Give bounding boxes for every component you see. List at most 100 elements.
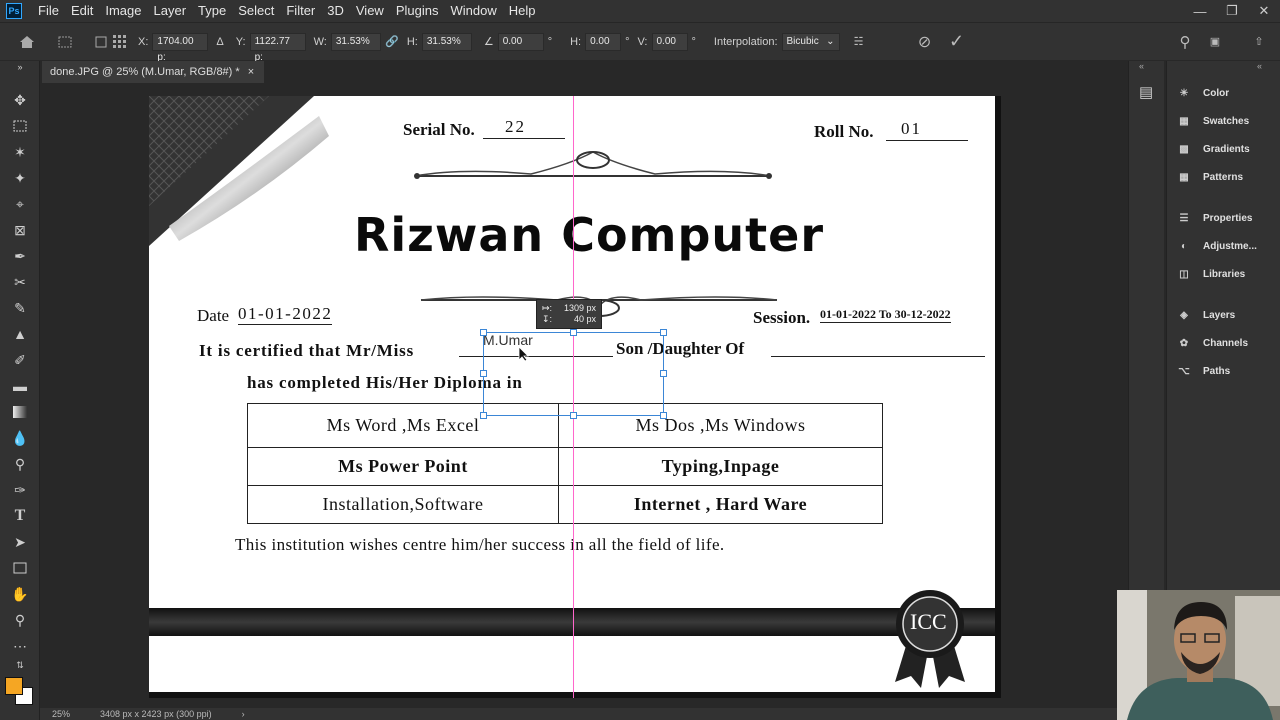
corner-decoration-graphic <box>149 96 329 246</box>
history-brush-icon[interactable]: ✐ <box>8 349 32 371</box>
crop-tool-icon[interactable]: ⌖ <box>8 193 32 215</box>
date-label: Date <box>197 306 230 325</box>
v-skew-field[interactable]: 0.00 <box>651 32 688 51</box>
eyedropper-icon[interactable]: ✒ <box>8 245 32 267</box>
menu-plugins[interactable]: Plugins <box>390 0 445 22</box>
magic-wand-icon[interactable]: ✦ <box>8 167 32 189</box>
expand-panels-icon[interactable]: « <box>1257 61 1262 71</box>
transform-handle[interactable] <box>480 329 487 336</box>
panel-gradients[interactable]: ▩ Gradients <box>1175 138 1249 160</box>
pen-tool-icon[interactable]: ✑ <box>8 479 32 501</box>
transform-handle[interactable] <box>660 412 667 419</box>
x-label: X: <box>138 35 149 48</box>
brush-tool-icon[interactable]: ✎ <box>8 297 32 319</box>
rotate-angle-icon: ∠ <box>483 36 494 48</box>
panel-layers[interactable]: ◈ Layers <box>1175 304 1235 326</box>
menu-3d[interactable]: 3D <box>321 0 350 22</box>
v-skew-unit: ° <box>691 35 696 48</box>
top-ornament-graphic <box>414 151 772 179</box>
status-more-arrow[interactable]: › <box>242 709 245 719</box>
more-tools-icon[interactable]: ⋯ <box>8 635 32 657</box>
cancel-transform-icon[interactable]: ⊘ <box>912 29 938 55</box>
minimize-icon[interactable]: — <box>1184 0 1216 22</box>
menu-view[interactable]: View <box>350 0 390 22</box>
panel-label: Properties <box>1203 212 1253 224</box>
rotation-unit: ° <box>547 35 553 48</box>
panel-properties[interactable]: ☰ Properties <box>1175 207 1253 229</box>
transform-tool-icon[interactable] <box>52 29 78 55</box>
zoom-tool-icon[interactable]: ⚲ <box>8 609 32 631</box>
search-icon[interactable]: ⚲ <box>1172 29 1198 55</box>
panel-libraries[interactable]: ◫ Libraries <box>1175 263 1245 285</box>
menu-edit[interactable]: Edit <box>65 0 99 22</box>
panel-paths[interactable]: ⌥ Paths <box>1175 360 1230 382</box>
subject-cell: Installation,Software <box>247 485 559 524</box>
transform-handle[interactable] <box>480 412 487 419</box>
h-skew-field[interactable]: 0.00 <box>585 32 622 51</box>
history-panel-icon[interactable]: ▤ <box>1139 83 1153 101</box>
reference-point-grid-icon[interactable] <box>110 29 130 55</box>
transform-handle[interactable] <box>660 370 667 377</box>
interpolation-select[interactable]: Bicubic ⌄ <box>781 32 840 51</box>
type-tool-icon[interactable]: T <box>8 505 32 527</box>
width-field[interactable]: 31.53% <box>330 32 381 51</box>
share-icon[interactable]: ⇧ <box>1246 29 1272 55</box>
toggle-reference-point-icon[interactable] <box>92 29 110 55</box>
transform-handle[interactable] <box>660 329 667 336</box>
canvas-area[interactable]: Serial No. 22 Roll No. 01 Rizwan Compute… <box>40 83 1126 708</box>
lasso-tool-icon[interactable]: ✶ <box>8 141 32 163</box>
table-row: Ms Power Point Typing,Inpage <box>247 447 883 486</box>
menu-filter[interactable]: Filter <box>280 0 321 22</box>
path-selection-icon[interactable]: ➤ <box>8 531 32 553</box>
certificate-document[interactable]: Serial No. 22 Roll No. 01 Rizwan Compute… <box>149 96 1001 698</box>
warp-mode-icon[interactable]: ☵ <box>846 29 872 55</box>
panel-channels[interactable]: ✿ Channels <box>1175 332 1248 354</box>
marquee-tool-icon[interactable] <box>8 115 32 137</box>
restore-icon[interactable]: ❐ <box>1216 0 1248 22</box>
menu-window[interactable]: Window <box>444 0 502 22</box>
swap-colors-icon[interactable]: ⇅ <box>8 659 32 671</box>
link-icon[interactable]: 🔗 <box>381 29 403 55</box>
close-window-icon[interactable]: ✕ <box>1248 0 1280 22</box>
x-position-field[interactable]: 1704.00 p: <box>152 32 209 63</box>
menu-select[interactable]: Select <box>232 0 280 22</box>
move-tool-icon[interactable]: ✥ <box>8 89 32 111</box>
panel-swatches[interactable]: ▦ Swatches <box>1175 110 1249 132</box>
close-tab-icon[interactable]: × <box>248 61 254 83</box>
h-label: H: <box>406 35 418 48</box>
menu-image[interactable]: Image <box>99 0 147 22</box>
frame-tool-icon[interactable]: ⊠ <box>8 219 32 241</box>
rotation-field[interactable]: 0.00 <box>497 32 544 51</box>
rectangle-tool-icon[interactable] <box>8 557 32 579</box>
height-field[interactable]: 31.53% <box>421 32 472 51</box>
menu-type[interactable]: Type <box>192 0 232 22</box>
panel-adjustments[interactable]: ◐ Adjustme... <box>1175 235 1257 257</box>
gradient-tool-icon[interactable] <box>8 401 32 423</box>
workspace-icon[interactable]: ▣ <box>1202 29 1228 55</box>
collapse-panels-icon[interactable]: « <box>1139 61 1144 71</box>
blur-tool-icon[interactable]: 💧 <box>8 427 32 449</box>
clone-stamp-icon[interactable]: ▲ <box>8 323 32 345</box>
dodge-tool-icon[interactable]: ⚲ <box>8 453 32 475</box>
transform-handle[interactable] <box>480 370 487 377</box>
foreground-color-swatch[interactable] <box>5 677 23 695</box>
y-position-field[interactable]: 1122.77 p: <box>249 32 306 63</box>
menu-help[interactable]: Help <box>503 0 542 22</box>
collapse-toolbar-icon[interactable]: » <box>8 61 32 73</box>
zoom-level[interactable]: 25% <box>52 709 70 719</box>
hand-tool-icon[interactable]: ✋ <box>8 583 32 605</box>
panel-patterns[interactable]: ▦ Patterns <box>1175 166 1243 188</box>
menu-file[interactable]: File <box>32 0 65 22</box>
healing-brush-icon[interactable]: ✂ <box>8 271 32 293</box>
transform-bounding-box[interactable] <box>483 332 664 416</box>
menu-layer[interactable]: Layer <box>148 0 193 22</box>
tools-panel: » ✥ ✶ ✦ ⌖ ⊠ ✒ ✂ ✎ ▲ ✐ ▬ 💧 ⚲ ✑ T ➤ ✋ ⚲ ⋯ … <box>0 61 40 720</box>
transform-handle[interactable] <box>570 329 577 336</box>
home-icon[interactable] <box>14 29 40 55</box>
eraser-icon[interactable]: ▬ <box>8 375 32 397</box>
panel-color[interactable]: ☀ Color <box>1175 82 1230 104</box>
scan-edge-bottom <box>149 692 1001 698</box>
commit-transform-icon[interactable]: ✓ <box>944 29 970 55</box>
document-tab[interactable]: done.JPG @ 25% (M.Umar, RGB/8#) * × <box>42 61 265 83</box>
transform-handle[interactable] <box>570 412 577 419</box>
